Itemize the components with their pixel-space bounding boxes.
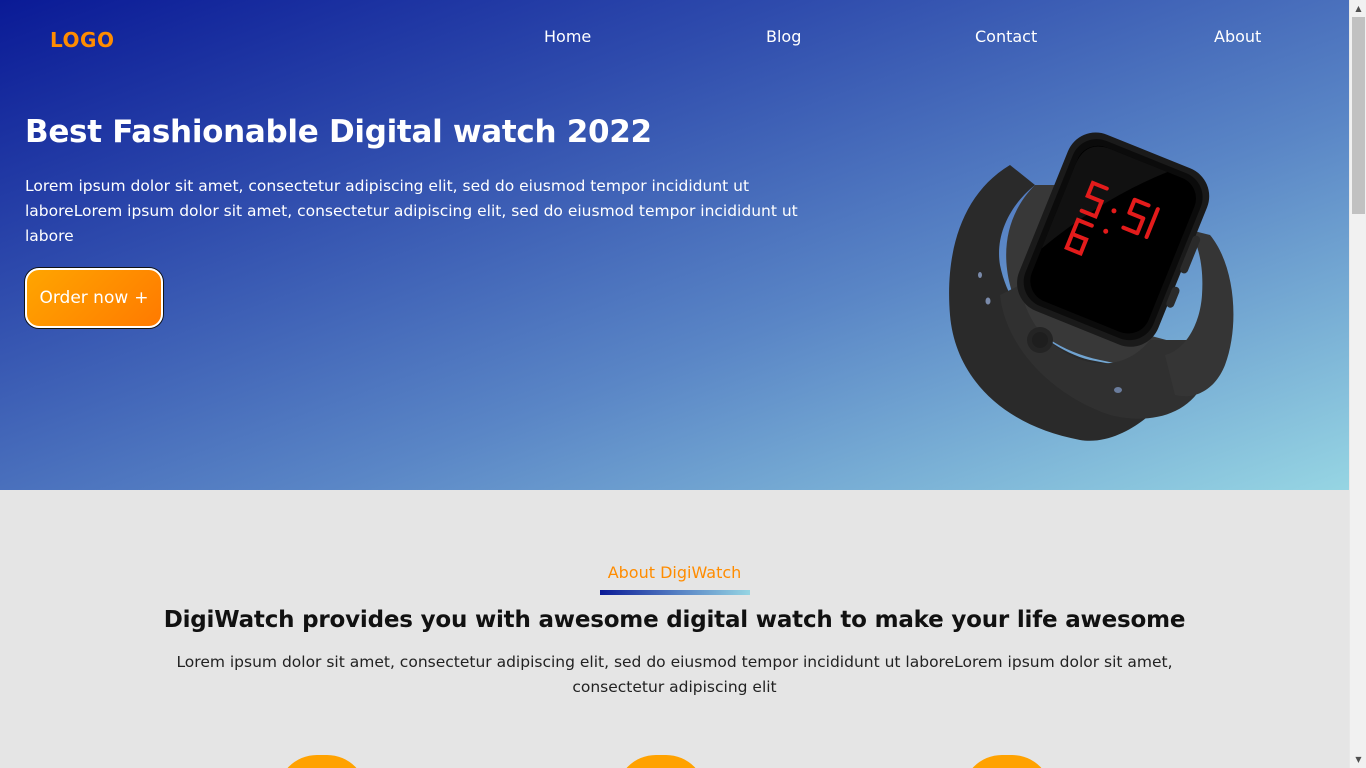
nav-contact-link[interactable]: Contact — [975, 27, 1037, 46]
feature-card-3-top — [962, 755, 1052, 768]
hero-section: LOGO Home Blog Contact About Best Fashio… — [0, 0, 1349, 490]
page-scrollbar[interactable]: ▲ ▼ — [1349, 0, 1366, 768]
nav-home-link[interactable]: Home — [544, 27, 591, 46]
chevron-up-icon[interactable]: ▲ — [1350, 0, 1366, 17]
order-now-label: Order now — [39, 288, 129, 308]
hero-title: Best Fashionable Digital watch 2022 — [25, 114, 652, 150]
scrollbar-thumb[interactable] — [1352, 17, 1365, 214]
feature-card-2-top — [616, 755, 706, 768]
about-eyebrow: About DigiWatch — [607, 563, 742, 582]
feature-card-1-top — [277, 755, 367, 768]
about-underline-divider — [600, 590, 750, 595]
smartwatch-image — [949, 132, 1234, 441]
chevron-down-icon[interactable]: ▼ — [1350, 751, 1366, 768]
hero-description: Lorem ipsum dolor sit amet, consectetur … — [25, 177, 798, 245]
main-nav: Home Blog Contact About — [0, 27, 1349, 51]
nav-blog-link[interactable]: Blog — [766, 27, 801, 46]
about-heading: DigiWatch provides you with awesome digi… — [163, 607, 1186, 633]
order-now-button[interactable]: Order now + — [25, 268, 163, 328]
about-description: Lorem ipsum dolor sit amet, consectetur … — [176, 653, 1173, 696]
nav-about-link[interactable]: About — [1214, 27, 1261, 46]
plus-icon: + — [134, 288, 149, 308]
